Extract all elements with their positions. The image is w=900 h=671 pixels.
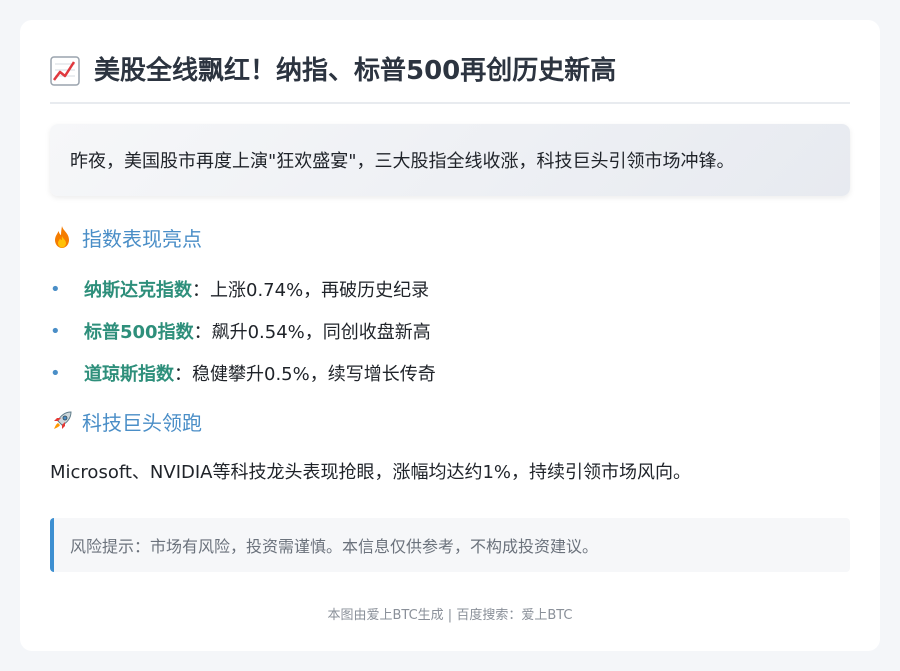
index-desc: ：稳健攀升0.5%，续写增长传奇	[174, 364, 436, 385]
list-item: • 标普500指数 ：飙升0.54%，同创收盘新高	[50, 310, 850, 352]
risk-text: 风险提示：市场有风险，投资需谨慎。本信息仅供参考，不构成投资建议。	[70, 537, 599, 556]
rocket-icon	[54, 411, 72, 429]
intro-text: 昨夜，美国股市再度上演"狂欢盛宴"，三大股指全线收涨，科技巨头引领市场冲锋。	[70, 151, 735, 172]
index-section-heading: 指数表现亮点	[50, 222, 202, 252]
index-section-title: 指数表现亮点	[82, 226, 202, 251]
list-item: • 道琼斯指数 ：稳健攀升0.5%，续写增长传奇	[50, 352, 850, 394]
index-desc: ：飙升0.54%，同创收盘新高	[193, 322, 431, 343]
intro-callout: 昨夜，美国股市再度上演"狂欢盛宴"，三大股指全线收涨，科技巨头引领市场冲锋。	[50, 124, 850, 196]
index-desc: ：上涨0.74%，再破历史纪录	[192, 280, 430, 301]
list-item: • 纳斯达克指数 ：上涨0.74%，再破历史纪录	[50, 268, 850, 310]
tech-paragraph: Microsoft、NVIDIA等科技龙头表现抢眼，涨幅均达约1%，持续引领市场…	[50, 462, 692, 483]
tech-section-heading: 科技巨头领跑	[50, 406, 202, 436]
index-name: 道琼斯指数	[84, 364, 174, 385]
index-name: 纳斯达克指数	[84, 280, 192, 301]
chart-increasing-icon	[50, 56, 80, 86]
bullet-dot: •	[50, 278, 61, 300]
index-list: • 纳斯达克指数 ：上涨0.74%，再破历史纪录 • 标普500指数 ：飙升0.…	[50, 268, 850, 394]
index-name: 标普500指数	[84, 322, 194, 343]
footer-credit: 本图由爱上BTC生成 | 百度搜索：爱上BTC	[327, 608, 573, 623]
news-card: 美股全线飘红！纳指、标普500再创历史新高 昨夜，美国股市再度上演"狂欢盛宴"，…	[20, 20, 880, 651]
fire-icon	[55, 226, 69, 248]
risk-notice: 风险提示：市场有风险，投资需谨慎。本信息仅供参考，不构成投资建议。	[50, 518, 850, 572]
page-title: 美股全线飘红！纳指、标普500再创历史新高	[94, 56, 617, 86]
tech-section-title: 科技巨头领跑	[82, 410, 202, 435]
bullet-dot: •	[50, 320, 61, 342]
bullet-dot: •	[50, 362, 61, 384]
title-row: 美股全线飘红！纳指、标普500再创历史新高	[50, 54, 850, 104]
